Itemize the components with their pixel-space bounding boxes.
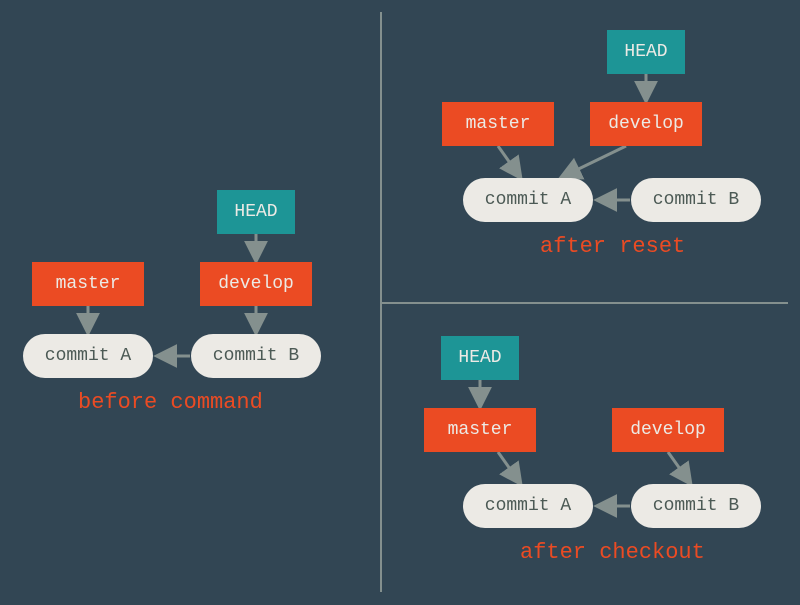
master-box-reset: master xyxy=(442,102,554,146)
commitA-box-checkout: commit A xyxy=(463,484,593,528)
commitB-box-before: commit B xyxy=(191,334,321,378)
master-box-checkout: master xyxy=(424,408,536,452)
arrow-develop-to-commitB-checkout xyxy=(668,452,690,483)
diagram-stage: HEAD master develop commit A commit B be… xyxy=(0,0,800,605)
head-box-checkout: HEAD xyxy=(441,336,519,380)
caption-before: before command xyxy=(78,390,263,415)
commitB-box-checkout: commit B xyxy=(631,484,761,528)
commitA-box-reset: commit A xyxy=(463,178,593,222)
caption-after-reset: after reset xyxy=(540,234,685,259)
arrow-master-to-commitA-reset xyxy=(498,146,520,177)
commitA-box-before: commit A xyxy=(23,334,153,378)
head-box-reset: HEAD xyxy=(607,30,685,74)
head-box-before: HEAD xyxy=(217,190,295,234)
commitB-box-reset: commit B xyxy=(631,178,761,222)
horizontal-divider xyxy=(382,302,788,304)
caption-after-checkout: after checkout xyxy=(520,540,705,565)
develop-box-checkout: develop xyxy=(612,408,724,452)
develop-box-reset: develop xyxy=(590,102,702,146)
arrow-master-to-commitA-checkout xyxy=(498,452,520,483)
develop-box-before: develop xyxy=(200,262,312,306)
arrow-develop-to-commitA-reset xyxy=(562,146,626,177)
master-box-before: master xyxy=(32,262,144,306)
